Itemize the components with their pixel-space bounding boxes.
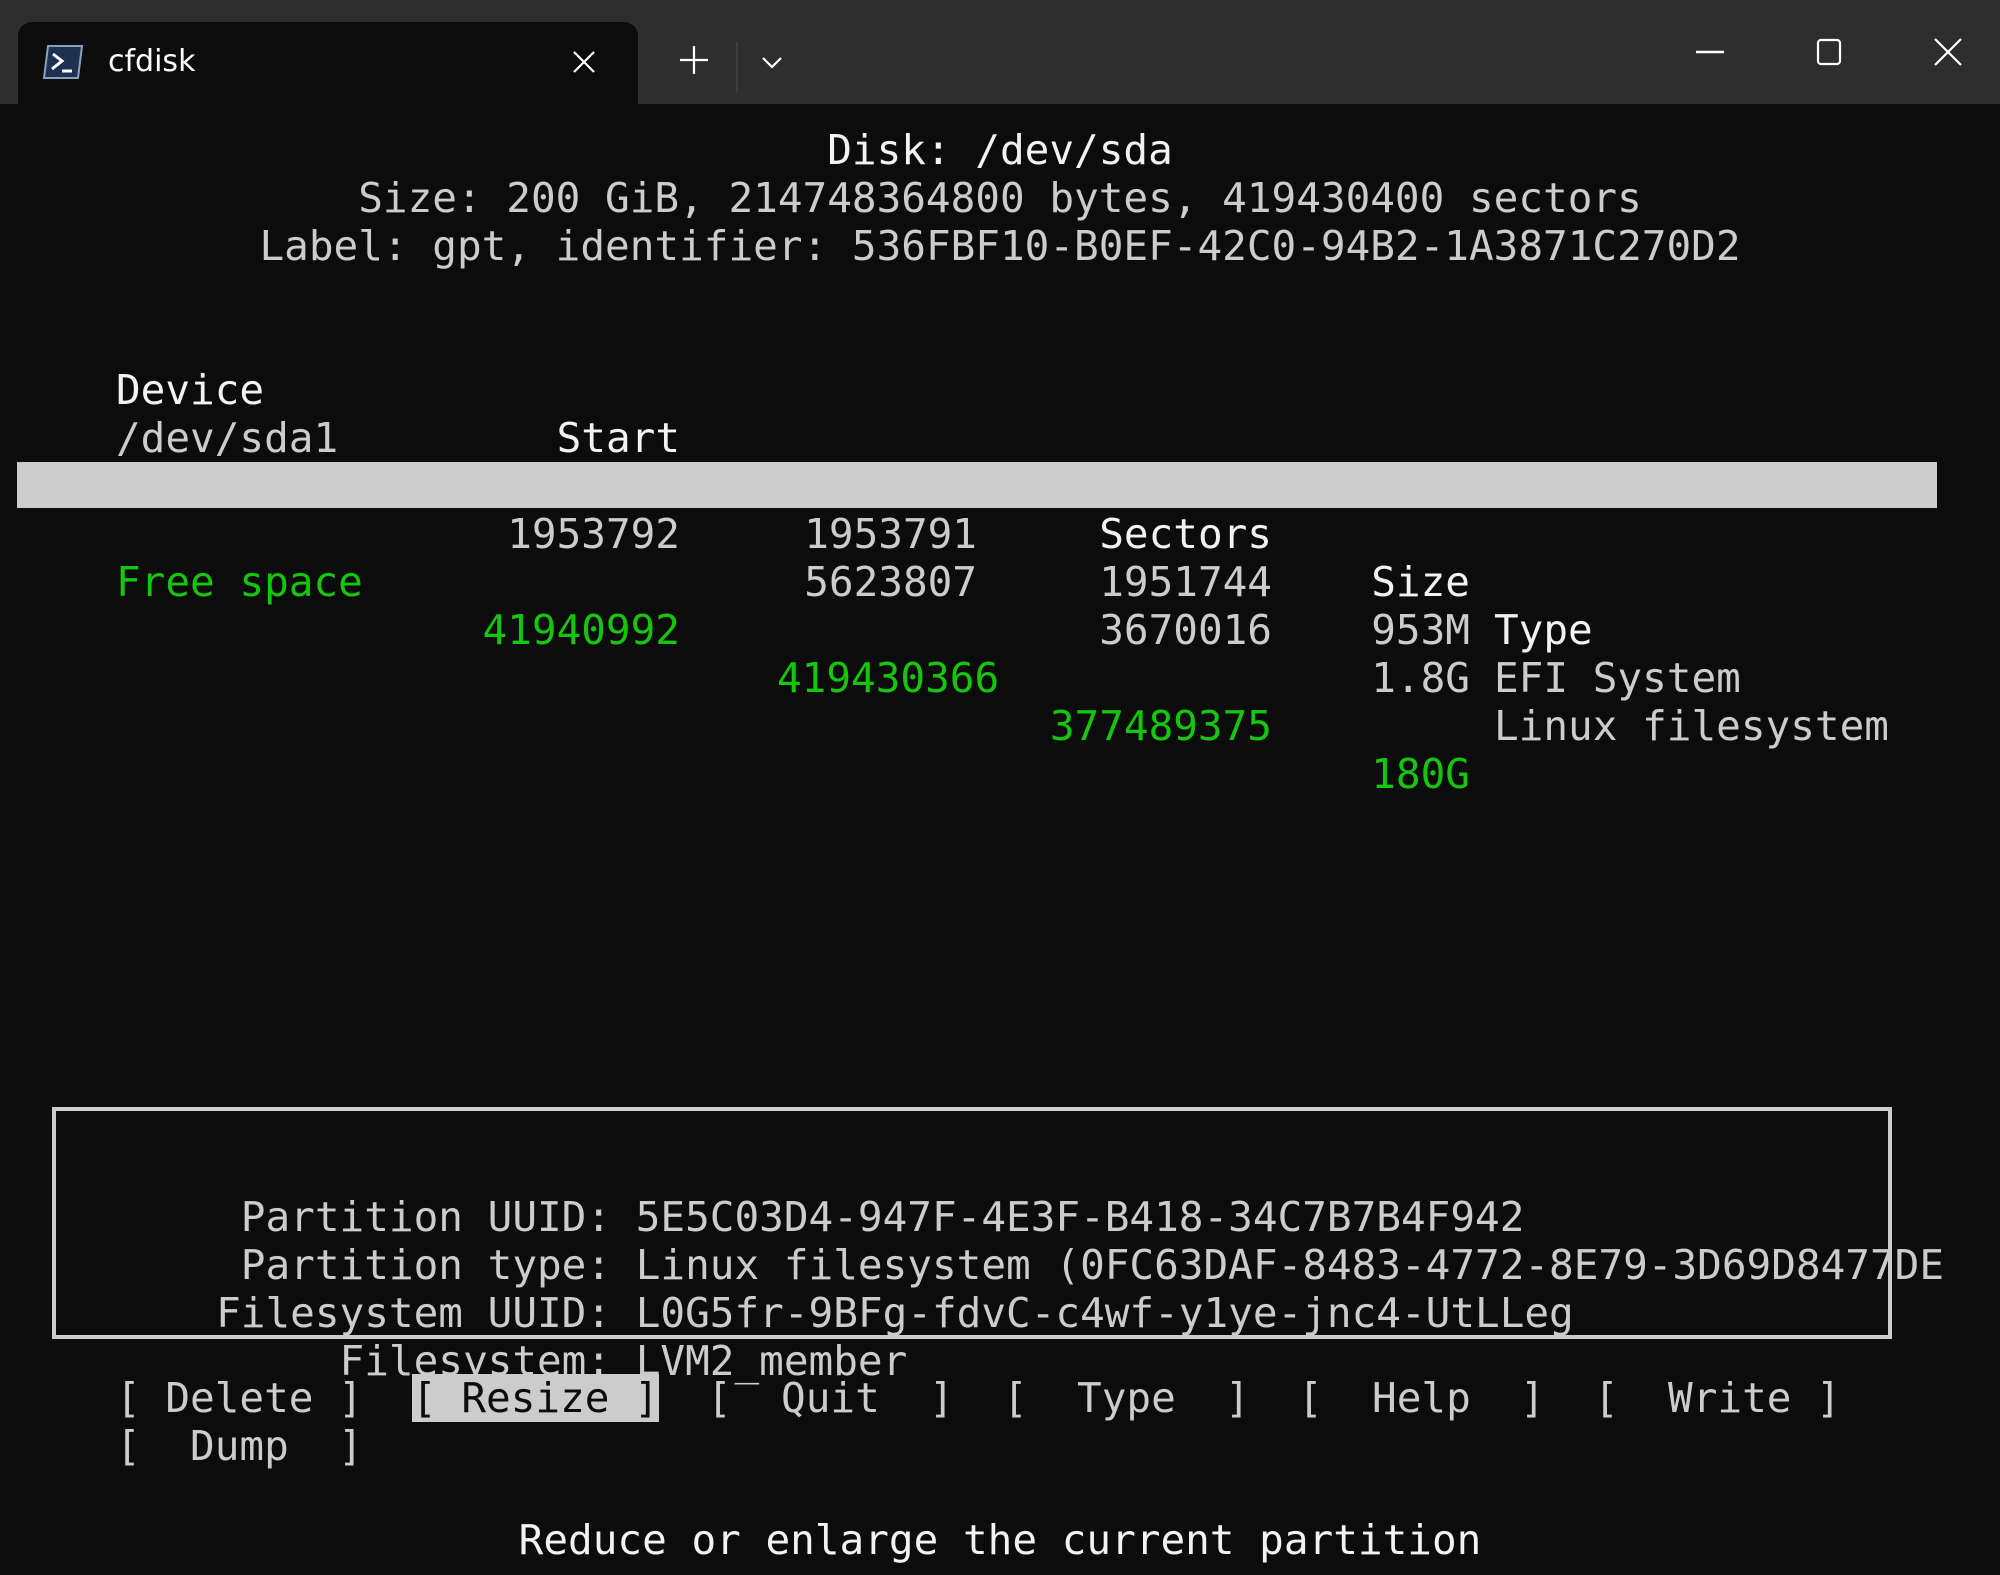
info-line-filesystem-uuid: Filesystem UUID: L0G5fr-9BFg-fdvC-c4wf-y… [68,1241,1868,1337]
col-type: Type [1494,606,1593,654]
minimize-icon [1696,50,1724,54]
maximize-button[interactable] [1805,28,1853,76]
terminal-area: Disk: /dev/sda Size: 200 GiB, 2147483648… [0,104,2000,1575]
row-start: 41940992 [482,606,680,654]
help-button[interactable]: [ Help ] [1298,1374,1545,1422]
write-button[interactable]: [ Write ] [1594,1374,1841,1422]
delete-button[interactable]: [ Delete ] [116,1374,363,1422]
row-sectors: 3670016 [1099,606,1272,654]
row-type: EFI System [1494,654,1741,702]
row-end: 5623807 [804,558,977,606]
tab-separator [736,42,738,92]
table-header: Device Start End Sectors Size Type [0,318,2000,654]
plus-icon [680,46,708,74]
info-line-partition-uuid: Partition UUID: 5E5C03D4-947F-4E3F-B418-… [68,1145,1868,1241]
table-row-free-space[interactable]: Free space 41940992 419430366 377489375 … [0,510,2000,798]
row-size: 953M [1371,606,1470,654]
row-sectors: 377489375 [1049,702,1272,750]
table-row[interactable]: /dev/sda2 1953792 5623807 3670016 1.8G L… [0,414,2000,750]
title-bar: cfdisk [0,0,2000,104]
row-type: Linux filesystem [1494,797,1889,845]
table-row[interactable]: /dev/sda1 2048 1953791 1951744 953M EFI … [0,366,2000,702]
new-tab-button[interactable] [674,40,714,80]
disk-size-line: Size: 200 GiB, 214748364800 bytes, 41943… [358,174,1642,222]
col-size: Size [1371,558,1470,606]
info-line-filesystem: Filesystem: LVM2_member [68,1289,1868,1385]
disk-label-line: Label: gpt, identifier: 536FBF10-B0EF-42… [259,222,1741,270]
tab-close-icon[interactable] [566,44,602,80]
help-text: Reduce or enlarge the current partition [518,1516,1482,1564]
type-button[interactable]: [ Type ] [1003,1374,1250,1422]
minimize-button[interactable] [1686,28,1734,76]
resize-button[interactable]: [ Resize ] [412,1374,659,1422]
info-line-partition-type: Partition type: Linux filesystem (0FC63D… [68,1193,1944,1289]
quit-button[interactable]: [ Quit ] [707,1374,954,1422]
maximize-icon [1816,38,1842,66]
tab-title: cfdisk [108,44,196,79]
tab-dropdown-button[interactable] [752,42,792,82]
row-size: 180G [1371,750,1470,798]
row-device: Free space [116,558,363,606]
tab-cfdisk[interactable]: cfdisk [18,22,638,104]
powershell-icon [42,44,84,79]
table-row-selected[interactable]: >> /dev/sda3 5623808 41940991 36317184 1… [17,462,1937,845]
chevron-down-icon [762,57,782,69]
close-window-button[interactable] [1924,28,1972,76]
dump-button[interactable]: [ Dump ] [116,1422,363,1470]
row-size: 1.8G [1371,654,1470,702]
partition-info-box: Partition UUID: 5E5C03D4-947F-4E3F-B418-… [52,1107,1944,1385]
close-icon [1934,38,1962,66]
row-end: 419430366 [777,654,1000,702]
row-sectors: 1951744 [1099,558,1272,606]
disk-title: Disk: /dev/sda [827,126,1173,174]
row-type: Linux filesystem [1494,702,1889,750]
